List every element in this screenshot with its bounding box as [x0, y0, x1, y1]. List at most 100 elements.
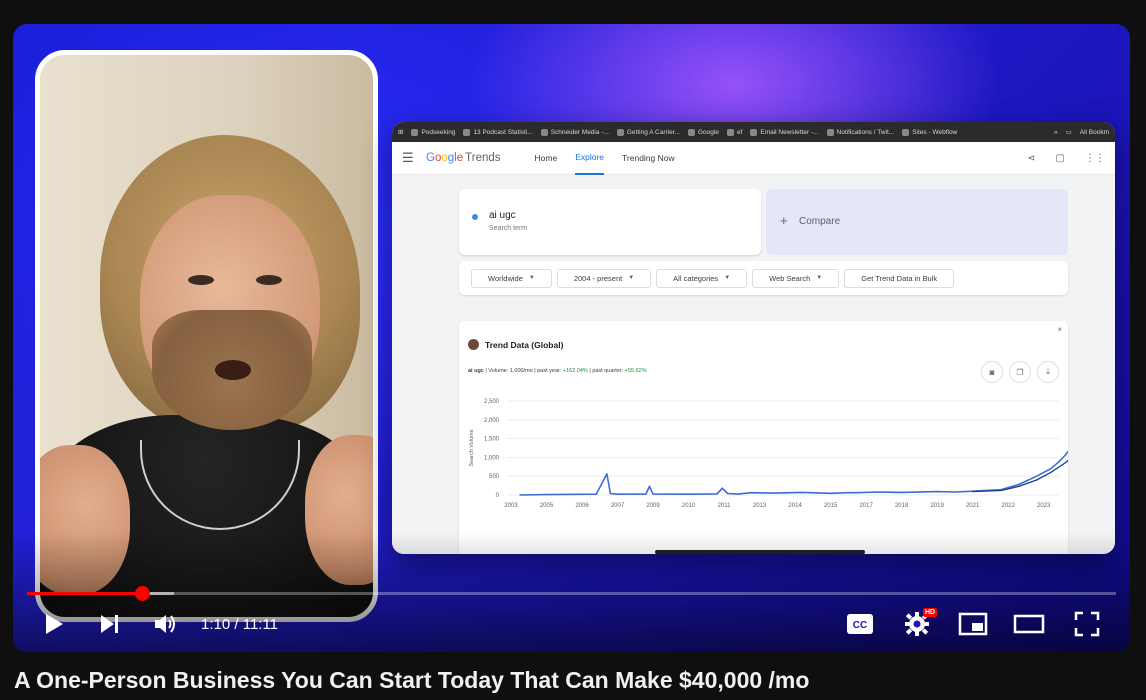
captions-icon: CC	[847, 614, 873, 634]
data-point	[519, 494, 521, 496]
current-time: 1:10	[201, 616, 231, 633]
data-point	[652, 493, 654, 495]
captions-button[interactable]: CC	[843, 608, 877, 640]
data-point	[750, 492, 752, 494]
data-point	[846, 492, 848, 494]
fullscreen-button[interactable]	[1069, 608, 1105, 640]
y-axis-label: Search Volume	[469, 429, 475, 466]
data-point	[1064, 462, 1066, 464]
series-dot-icon	[472, 214, 478, 220]
x-tick-label: 2009	[646, 503, 660, 509]
data-point	[545, 494, 548, 496]
folder-icon: ▭	[1065, 129, 1072, 136]
browser-screenshot: ⊞ Podseeking 13 Podcast Statisti... Schn…	[392, 122, 1115, 554]
bookmark-favicon-icon	[411, 128, 419, 136]
extension-avatar-icon	[468, 339, 479, 350]
nav-home: Home	[534, 153, 558, 163]
trend-data-card: × Trend Data (Global) ai ugc | Volume: 1…	[459, 321, 1068, 554]
bookmark-item: ef	[726, 128, 742, 136]
x-tick-label: 2007	[611, 503, 625, 509]
plus-icon: +	[780, 213, 788, 228]
stats-volume: | Volume: 1,000/mo | past year:	[483, 368, 563, 374]
category-filter: All categories ▼	[656, 268, 748, 288]
bookmark-item: Sites - Webflow	[902, 128, 957, 136]
next-button[interactable]	[97, 608, 123, 640]
data-point	[936, 491, 938, 493]
progress-bar[interactable]	[27, 586, 1116, 601]
data-point	[901, 491, 903, 493]
data-point	[856, 492, 858, 494]
settings-button[interactable]: HD	[899, 608, 938, 640]
volume-button[interactable]	[151, 608, 181, 640]
data-point	[737, 493, 739, 495]
y-tick-label: 1,500	[484, 437, 500, 443]
region-filter: Worldwide ▼	[471, 268, 552, 288]
bookmark-item: Schneider Media -...	[540, 128, 609, 136]
bookmark-item: 13 Podcast Statisti...	[463, 128, 533, 136]
data-point	[1036, 475, 1038, 477]
bookmark-favicon-icon	[687, 128, 695, 136]
miniplayer-button[interactable]	[955, 608, 991, 640]
data-point	[1018, 483, 1020, 486]
period-filter: 2004 - present ▼	[556, 268, 652, 288]
bookmark-favicon-icon	[902, 128, 910, 136]
download-icon: ⤓	[1037, 361, 1059, 383]
google-trends-logo: Google Trends	[426, 152, 501, 164]
caret-down-icon: ▼	[724, 275, 731, 281]
data-point	[801, 491, 803, 493]
data-point	[606, 473, 608, 475]
feedback-icon: ▢	[1055, 152, 1065, 164]
copy-icon: ❐	[1009, 361, 1031, 383]
data-point	[1064, 454, 1066, 457]
stats-past-quarter: +55.62%	[624, 368, 647, 374]
theater-mode-button[interactable]	[1011, 608, 1047, 640]
data-point	[648, 485, 651, 487]
data-point	[972, 491, 974, 493]
data-point	[830, 492, 832, 494]
bookmarks-bar: ⊞ Podseeking 13 Podcast Statisti... Schn…	[392, 122, 1115, 142]
search-term-label: Search term	[489, 225, 528, 232]
bookmark-item: Getting A Carrier...	[616, 128, 680, 136]
data-point	[1018, 485, 1020, 487]
trend-data-title: Trend Data (Global)	[485, 340, 564, 350]
data-point	[1050, 468, 1052, 470]
all-bookmarks: All Bookm	[1079, 128, 1109, 136]
x-tick-label: 2015	[824, 503, 838, 509]
play-button[interactable]	[41, 608, 67, 640]
data-point	[595, 493, 597, 495]
data-point	[773, 492, 775, 494]
data-point	[645, 493, 647, 495]
trends-nav: Home Explore Trending Now	[535, 142, 675, 175]
compare-label: Compare	[799, 216, 841, 227]
data-point	[727, 492, 729, 495]
x-tick-label: 2010	[682, 503, 696, 509]
youtube-watch-page: ⊞ Podseeking 13 Podcast Statisti... Schn…	[0, 0, 1146, 700]
trends-body: ai ugc Search term + Compare Worldwide ▼ …	[392, 175, 1115, 554]
y-tick-label: 0	[496, 493, 500, 499]
data-point	[1036, 479, 1038, 481]
bookmark-favicon-icon	[463, 128, 471, 136]
time-separator: /	[230, 616, 243, 633]
video-player[interactable]: ⊞ Podseeking 13 Podcast Statisti... Schn…	[13, 24, 1130, 652]
theater-icon	[1013, 614, 1045, 634]
fullscreen-icon	[1074, 611, 1100, 637]
trends-header-icons: ⋖ ▢ ⋮⋮	[1027, 153, 1105, 164]
x-tick-label: 2005	[540, 503, 554, 509]
x-tick-label: 2003	[504, 503, 518, 509]
nav-trending-now: Trending Now	[622, 153, 675, 163]
bookmark-favicon-icon	[726, 128, 734, 136]
bulk-data-button: Get Trend Data in Bulk	[844, 268, 955, 288]
nav-explore: Explore	[575, 142, 605, 175]
x-tick-label: 2014	[788, 503, 802, 509]
data-point	[716, 493, 718, 495]
y-tick-label: 500	[489, 474, 500, 480]
compare-card: + Compare	[766, 189, 1068, 255]
x-tick-label: 2019	[930, 503, 944, 509]
bookmark-item: Notifications / Twit...	[826, 128, 894, 136]
x-tick-label: 2022	[1001, 503, 1015, 509]
time-display: 1:10 / 11:11	[201, 616, 278, 633]
data-point	[721, 487, 723, 489]
bookmark-item: Podseeking	[411, 128, 455, 136]
miniplayer-icon	[958, 612, 988, 636]
presenter-eye-right	[256, 275, 282, 285]
